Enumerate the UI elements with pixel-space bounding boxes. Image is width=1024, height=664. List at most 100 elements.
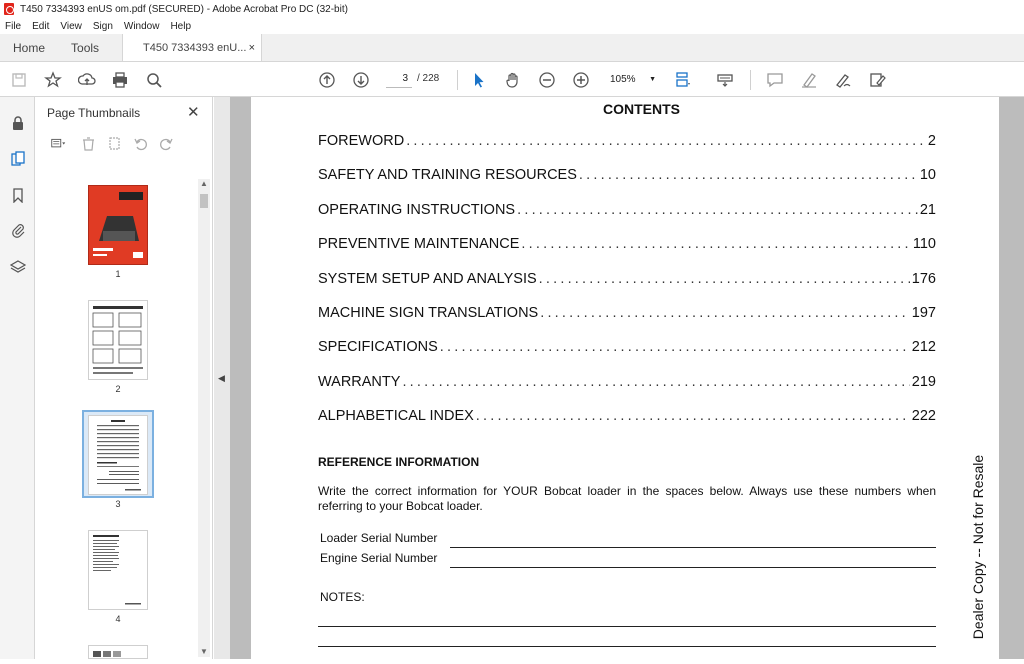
toc-label: MACHINE SIGN TRANSLATIONS bbox=[318, 305, 539, 321]
zoom-value: 105% bbox=[610, 73, 636, 85]
acrobat-app-icon bbox=[4, 3, 14, 15]
save-icon[interactable] bbox=[8, 69, 30, 91]
notes-line bbox=[318, 626, 936, 627]
page-down-icon[interactable] bbox=[350, 69, 372, 91]
bookmark-icon[interactable] bbox=[8, 185, 28, 205]
keyboard-icon[interactable] bbox=[714, 69, 736, 91]
tab-tools[interactable]: Tools bbox=[58, 34, 112, 61]
thumbnail-page-2[interactable] bbox=[88, 300, 148, 380]
chevron-left-icon: ◀ bbox=[218, 373, 225, 383]
notes-label: NOTES: bbox=[320, 590, 365, 604]
notes-line bbox=[318, 646, 936, 647]
thumbnail-label-2: 2 bbox=[115, 384, 121, 394]
print-icon[interactable] bbox=[109, 69, 131, 91]
tab-home[interactable]: Home bbox=[0, 34, 58, 61]
thumbnail-toolbar bbox=[43, 131, 203, 155]
sign-icon[interactable] bbox=[832, 69, 854, 91]
close-icon[interactable]: ✕ bbox=[187, 103, 200, 121]
page-2-thumbnail-image bbox=[92, 306, 143, 374]
menu-bar: File Edit View Sign Window Help bbox=[0, 18, 1024, 34]
scroll-down-arrow-icon[interactable]: ▼ bbox=[198, 647, 210, 657]
search-icon[interactable] bbox=[143, 69, 165, 91]
options-menu-icon[interactable] bbox=[43, 133, 73, 153]
page-number-input[interactable]: 3 bbox=[386, 70, 412, 88]
toc-row[interactable]: MACHINE SIGN TRANSLATIONS ..............… bbox=[318, 305, 936, 323]
engine-serial-label: Engine Serial Number bbox=[320, 551, 438, 565]
thumbnail-label-3: 3 bbox=[115, 499, 121, 509]
menu-view[interactable]: View bbox=[60, 21, 82, 32]
toc-row[interactable]: OPERATING INSTRUCTIONS .................… bbox=[318, 202, 936, 220]
toc-label: FOREWORD bbox=[318, 133, 405, 149]
toc-label: OPERATING INSTRUCTIONS bbox=[318, 202, 516, 218]
zoom-out-icon[interactable] bbox=[536, 69, 558, 91]
fit-page-icon[interactable] bbox=[672, 69, 694, 91]
thumbnail-scrollbar[interactable]: ▲ ▼ bbox=[198, 179, 210, 657]
toc-leader: ........................................… bbox=[406, 133, 926, 149]
hand-icon[interactable] bbox=[502, 69, 524, 91]
zoom-in-icon[interactable] bbox=[570, 69, 592, 91]
layers-icon[interactable] bbox=[8, 257, 28, 277]
attachment-icon[interactable] bbox=[8, 220, 28, 240]
edit-icon[interactable] bbox=[866, 69, 888, 91]
toc-page: 2 bbox=[927, 133, 936, 149]
thumbnail-page-5[interactable] bbox=[88, 645, 148, 659]
toc-page: 21 bbox=[919, 202, 936, 218]
title-bar: T450 7334393 enUS om.pdf (SECURED) - Ado… bbox=[0, 0, 1024, 18]
thumbnail-label-1: 1 bbox=[115, 269, 121, 279]
toolbar-divider bbox=[750, 70, 751, 90]
bookmark-star-icon[interactable] bbox=[42, 69, 64, 91]
lock-icon[interactable] bbox=[8, 113, 28, 133]
page-total: / 228 bbox=[417, 73, 440, 84]
toc-row[interactable]: PREVENTIVE MAINTENANCE .................… bbox=[318, 236, 936, 254]
panel-collapse-handle[interactable]: ◀ bbox=[214, 97, 230, 659]
scroll-up-arrow-icon[interactable]: ▲ bbox=[198, 179, 210, 189]
page-5-thumbnail-image bbox=[93, 651, 121, 657]
highlight-icon[interactable] bbox=[798, 69, 820, 91]
toc-leader: ........................................… bbox=[578, 167, 918, 183]
toc-page: 176 bbox=[911, 271, 936, 287]
comment-icon[interactable] bbox=[764, 69, 786, 91]
menu-window[interactable]: Window bbox=[124, 21, 160, 32]
page-3-thumbnail-image bbox=[97, 420, 141, 491]
toc-row[interactable]: FOREWORD ...............................… bbox=[318, 133, 936, 151]
menu-edit[interactable]: Edit bbox=[32, 21, 49, 32]
toc-row[interactable]: SAFETY AND TRAINING RESOURCES ..........… bbox=[318, 167, 936, 185]
loader-serial-label: Loader Serial Number bbox=[320, 531, 438, 545]
toc-leader: ........................................… bbox=[402, 374, 909, 390]
delete-icon[interactable] bbox=[77, 133, 99, 153]
extract-icon[interactable] bbox=[103, 133, 125, 153]
window-title: T450 7334393 enUS om.pdf (SECURED) - Ado… bbox=[20, 3, 348, 15]
reference-text: Write the correct information for YOUR B… bbox=[318, 484, 936, 513]
thumbnail-page-4[interactable] bbox=[88, 530, 148, 610]
thumbnail-page-1[interactable] bbox=[88, 185, 148, 265]
toc-row[interactable]: ALPHABETICAL INDEX .....................… bbox=[318, 408, 936, 426]
toc-label: SYSTEM SETUP AND ANALYSIS bbox=[318, 271, 537, 287]
select-arrow-icon[interactable] bbox=[468, 69, 490, 91]
upload-icon[interactable] bbox=[76, 69, 98, 91]
rotate-right-icon[interactable] bbox=[155, 133, 177, 153]
tab-document-label: T450 7334393 enU... bbox=[143, 41, 247, 54]
page-up-icon[interactable] bbox=[316, 69, 338, 91]
toolbar-divider bbox=[457, 70, 458, 90]
menu-help[interactable]: Help bbox=[170, 21, 191, 32]
toc-label: WARRANTY bbox=[318, 374, 401, 390]
menu-file[interactable]: File bbox=[5, 21, 21, 32]
tab-bar: Home Tools T450 7334393 enU... × bbox=[0, 34, 1024, 62]
scrollbar-thumb[interactable] bbox=[200, 194, 208, 208]
toc-row[interactable]: SPECIFICATIONS .........................… bbox=[318, 339, 936, 357]
zoom-select[interactable]: 105% ▼ bbox=[608, 71, 658, 87]
page-thumbnails-panel: Page Thumbnails ✕ 1 2 3 4 ▲ ▼ bbox=[35, 97, 213, 659]
tab-document[interactable]: T450 7334393 enU... × bbox=[122, 34, 263, 61]
toc-row[interactable]: SYSTEM SETUP AND ANALYSIS ..............… bbox=[318, 271, 936, 289]
thumbnail-page-3[interactable] bbox=[88, 415, 148, 495]
page-4-thumbnail-image bbox=[93, 535, 141, 605]
navigation-rail bbox=[0, 97, 35, 659]
menu-sign[interactable]: Sign bbox=[93, 21, 113, 32]
toc-row[interactable]: WARRANTY ...............................… bbox=[318, 374, 936, 392]
reference-heading: REFERENCE INFORMATION bbox=[318, 455, 480, 469]
tab-close-icon[interactable]: × bbox=[249, 42, 255, 54]
toc-leader: ........................................… bbox=[439, 339, 910, 355]
cover-thumbnail-image bbox=[89, 186, 147, 264]
rotate-left-icon[interactable] bbox=[129, 133, 151, 153]
pages-icon[interactable] bbox=[8, 149, 28, 169]
